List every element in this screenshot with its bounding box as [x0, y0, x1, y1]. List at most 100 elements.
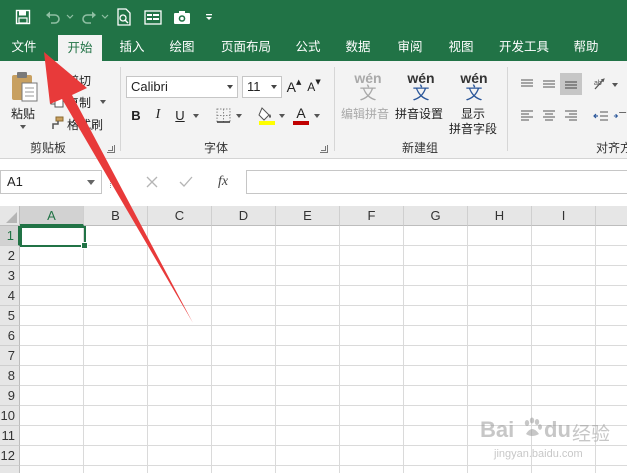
fill-color-dropdown-icon[interactable] — [279, 114, 285, 118]
font-size-combo[interactable]: 11 — [242, 76, 282, 98]
grid-cell[interactable] — [148, 406, 212, 426]
grid-cell[interactable] — [148, 286, 212, 306]
grid-cell[interactable] — [340, 386, 404, 406]
grid-cell[interactable] — [596, 286, 627, 306]
grid-cell[interactable] — [212, 366, 276, 386]
grid-cell[interactable] — [84, 246, 148, 266]
grid-cell[interactable] — [20, 446, 84, 466]
undo-icon[interactable] — [42, 6, 64, 28]
grid-cell[interactable] — [596, 346, 627, 366]
grid-cell[interactable] — [84, 406, 148, 426]
tab-insert[interactable]: 插入 — [112, 33, 152, 61]
grid-cell[interactable] — [404, 286, 468, 306]
redo-icon[interactable] — [78, 6, 100, 28]
tab-draw[interactable]: 绘图 — [162, 33, 202, 61]
grid-cell[interactable] — [84, 226, 148, 246]
tab-help[interactable]: 帮助 — [566, 33, 606, 61]
grid-cell[interactable] — [340, 426, 404, 446]
fill-color-button[interactable] — [258, 105, 276, 125]
grid-cell[interactable] — [276, 286, 340, 306]
grid-cell[interactable] — [20, 366, 84, 386]
cut-icon[interactable] — [49, 71, 65, 87]
grid-cell[interactable] — [84, 426, 148, 446]
grid-cell[interactable] — [468, 326, 532, 346]
tab-formulas[interactable]: 公式 — [288, 33, 328, 61]
grid-cell[interactable] — [20, 286, 84, 306]
grid-cell[interactable] — [20, 326, 84, 346]
column-header-c[interactable]: C — [148, 206, 212, 226]
row-header-8[interactable]: 8 — [0, 366, 20, 386]
italic-button[interactable]: I — [150, 105, 166, 125]
grid-cell[interactable] — [468, 346, 532, 366]
active-cell-a1[interactable] — [20, 226, 88, 249]
grid-cell[interactable] — [84, 366, 148, 386]
grid-cell[interactable] — [84, 466, 148, 473]
grid-cell[interactable] — [404, 306, 468, 326]
grid-cell[interactable] — [340, 346, 404, 366]
tab-developer[interactable]: 开发工具 — [492, 33, 556, 61]
grid-cell[interactable] — [84, 306, 148, 326]
align-center-icon[interactable] — [540, 107, 558, 125]
row-header-1[interactable]: 1 — [0, 226, 20, 246]
copy-label[interactable]: 复制 — [67, 94, 91, 111]
grid-cell[interactable] — [20, 466, 84, 473]
grid-cell[interactable] — [596, 226, 627, 246]
row-header-9[interactable]: 9 — [0, 386, 20, 406]
borders-button[interactable] — [214, 106, 232, 124]
grid-cell[interactable] — [276, 446, 340, 466]
grid-cell[interactable] — [532, 366, 596, 386]
grid-cell[interactable] — [596, 386, 627, 406]
edit-pinyin-label[interactable]: 编辑拼音 — [341, 105, 389, 122]
grid-cell[interactable] — [532, 466, 596, 473]
underline-button[interactable]: U — [172, 105, 188, 125]
grid-cell[interactable] — [20, 406, 84, 426]
grid-cell[interactable] — [468, 246, 532, 266]
grid-cell[interactable] — [532, 226, 596, 246]
column-header[interactable] — [596, 206, 627, 226]
column-header-a[interactable]: A — [20, 206, 84, 226]
grid-cell[interactable] — [532, 306, 596, 326]
grid-cell[interactable] — [468, 306, 532, 326]
column-header-e[interactable]: E — [276, 206, 340, 226]
paste-dropdown-icon[interactable] — [20, 125, 26, 129]
align-middle-icon[interactable] — [540, 75, 558, 93]
check-icon[interactable] — [177, 172, 195, 192]
tab-page-layout[interactable]: 页面布局 — [214, 33, 278, 61]
grid-cell[interactable] — [20, 246, 84, 266]
pinyin-settings-label[interactable]: 拼音设置 — [395, 105, 443, 122]
grid-cell[interactable] — [468, 286, 532, 306]
row-header-7[interactable]: 7 — [0, 346, 20, 366]
grid-cell[interactable] — [404, 346, 468, 366]
row-header-6[interactable]: 6 — [0, 326, 20, 346]
row-header-12[interactable]: 12 — [0, 446, 20, 466]
grid-cell[interactable] — [532, 286, 596, 306]
grid-cell[interactable] — [212, 426, 276, 446]
grid-cell[interactable] — [276, 326, 340, 346]
camera-icon[interactable] — [171, 6, 193, 28]
borders-dropdown-icon[interactable] — [236, 114, 242, 118]
grid-cell[interactable] — [20, 346, 84, 366]
font-color-dropdown-icon[interactable] — [314, 114, 320, 118]
grid-cell[interactable] — [532, 386, 596, 406]
formula-input[interactable] — [246, 170, 627, 194]
decrease-indent-icon[interactable] — [592, 107, 610, 125]
save-icon[interactable] — [12, 6, 34, 28]
grid-cell[interactable] — [148, 266, 212, 286]
grid-cell[interactable] — [404, 386, 468, 406]
grid-cell[interactable] — [148, 246, 212, 266]
grid-cell[interactable] — [276, 226, 340, 246]
row-header-11[interactable]: 11 — [0, 426, 20, 446]
grid-cell[interactable] — [212, 286, 276, 306]
grid-cell[interactable] — [596, 266, 627, 286]
tab-home[interactable]: 开始 — [58, 35, 102, 61]
grid-cell[interactable] — [212, 246, 276, 266]
row-header-5[interactable]: 5 — [0, 306, 20, 326]
format-painter-icon[interactable] — [49, 115, 65, 131]
row-header-3[interactable]: 3 — [0, 266, 20, 286]
grid-cell[interactable] — [84, 326, 148, 346]
grid-cell[interactable] — [276, 246, 340, 266]
edit-pinyin-icon[interactable]: wén 文 — [348, 71, 388, 103]
align-top-icon[interactable] — [518, 75, 536, 93]
grid-cell[interactable] — [404, 246, 468, 266]
grid-cell[interactable] — [340, 306, 404, 326]
